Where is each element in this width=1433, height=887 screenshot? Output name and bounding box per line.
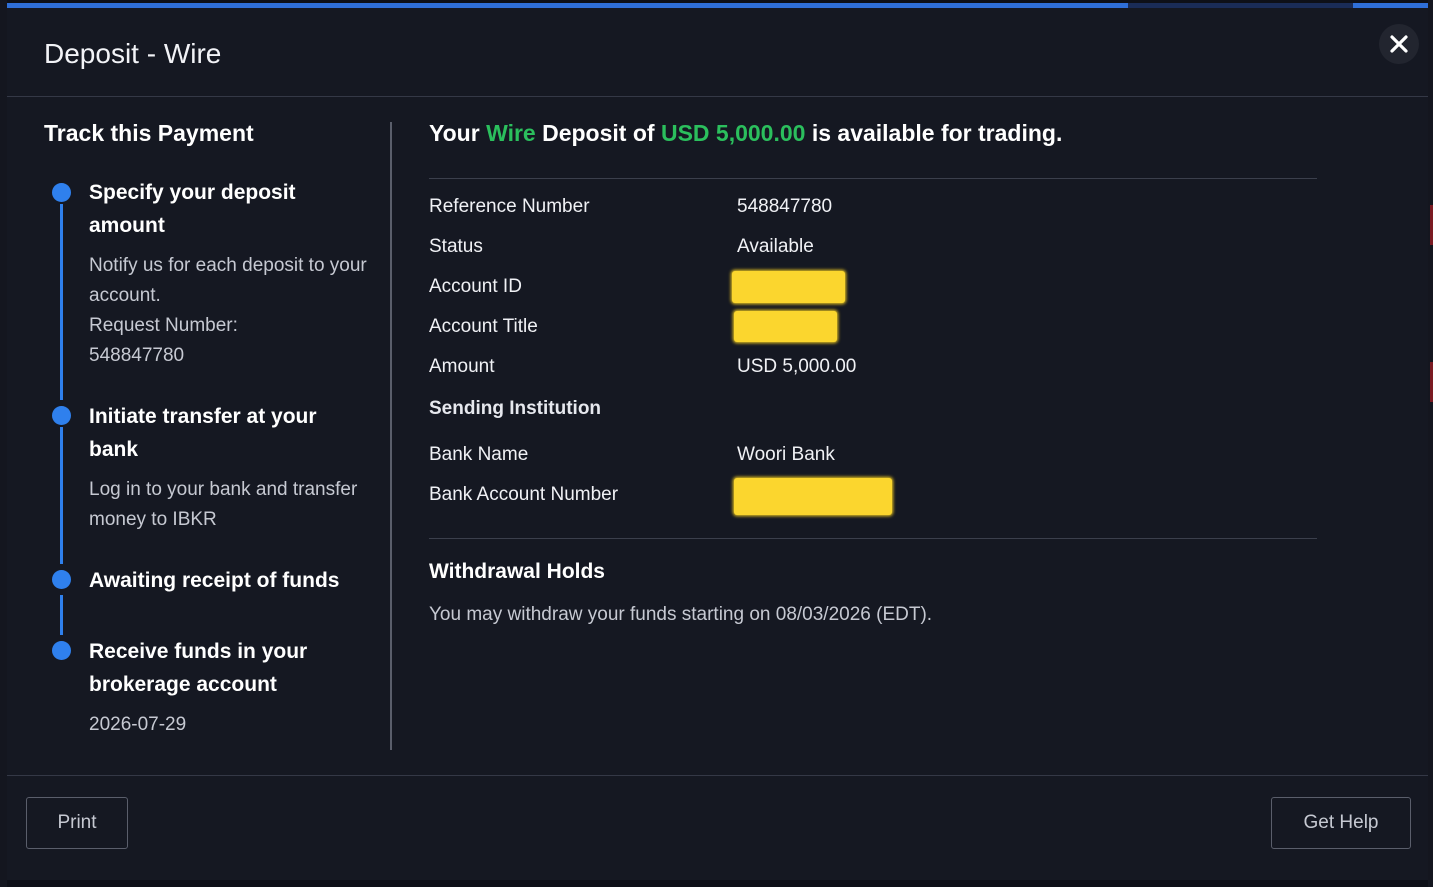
details-divider-top xyxy=(429,178,1317,179)
bank-name-label: Bank Name xyxy=(429,444,529,465)
close-icon xyxy=(1390,35,1408,53)
step-1-request-number: 548847780 xyxy=(89,345,185,366)
payment-tracker: Track this Payment xyxy=(44,120,374,147)
details-divider-bottom xyxy=(429,538,1317,539)
bank-account-number-redacted xyxy=(734,478,892,515)
step-2-line xyxy=(60,427,63,564)
headline-suffix: is available for trading. xyxy=(811,120,1063,146)
step-1-line xyxy=(60,204,63,400)
step-2-title: Initiate transfer at your bank xyxy=(89,405,317,461)
step-3-line xyxy=(60,595,63,635)
step-4-date: 2026-07-29 xyxy=(89,714,187,735)
account-title-label: Account Title xyxy=(429,316,538,337)
account-id-redacted xyxy=(732,271,845,303)
close-button[interactable] xyxy=(1379,24,1419,64)
step-4-dot xyxy=(52,641,71,660)
bank-name-value: Woori Bank xyxy=(737,444,835,465)
print-button[interactable]: Print xyxy=(26,797,128,849)
background-app-edge-right xyxy=(1428,0,1433,887)
column-divider xyxy=(390,122,392,750)
reference-number-value: 548847780 xyxy=(737,196,833,217)
step-1-title: Specify your deposit amount xyxy=(89,181,296,237)
amount-label: Amount xyxy=(429,356,495,377)
status-label: Status xyxy=(429,236,483,257)
headline-method: Wire xyxy=(486,120,536,146)
withdrawal-holds-title: Withdrawal Holds xyxy=(429,560,605,583)
step-3-dot xyxy=(52,570,71,589)
deposit-dialog: Deposit - Wire Track this Payment Specif… xyxy=(7,8,1428,880)
step-1-description: Notify us for each deposit to your accou… xyxy=(89,255,367,306)
headline-mid: Deposit of xyxy=(542,120,655,146)
reference-number-label: Reference Number xyxy=(429,196,590,217)
dialog-title: Deposit - Wire xyxy=(44,38,222,69)
account-id-label: Account ID xyxy=(429,276,522,297)
step-3-title: Awaiting receipt of funds xyxy=(89,569,340,592)
tracker-heading: Track this Payment xyxy=(44,120,254,146)
footer-divider xyxy=(7,775,1428,776)
bank-account-number-label: Bank Account Number xyxy=(429,484,619,505)
sending-institution-heading: Sending Institution xyxy=(429,398,602,419)
step-1-request-label: Request Number: xyxy=(89,315,238,336)
step-1-dot xyxy=(52,183,71,202)
deposit-details: Your Wire Deposit of USD 5,000.00 is ava… xyxy=(429,120,1319,147)
account-title-redacted xyxy=(734,311,837,342)
step-2-dot xyxy=(52,406,71,425)
step-4-title: Receive funds in your brokerage account xyxy=(89,640,308,696)
status-value: Available xyxy=(737,236,814,257)
withdrawal-holds-text: You may withdraw your funds starting on … xyxy=(429,604,933,625)
headline-amount: USD 5,000.00 xyxy=(660,120,806,146)
amount-value: USD 5,000.00 xyxy=(737,356,857,377)
headline-prefix: Your xyxy=(429,120,480,146)
deposit-headline: Your Wire Deposit of USD 5,000.00 is ava… xyxy=(429,120,1319,147)
get-help-button[interactable]: Get Help xyxy=(1271,797,1411,849)
header-divider xyxy=(7,96,1428,97)
step-2-description: Log in to your bank and transfer money t… xyxy=(89,479,358,530)
background-app-edge xyxy=(0,0,7,887)
